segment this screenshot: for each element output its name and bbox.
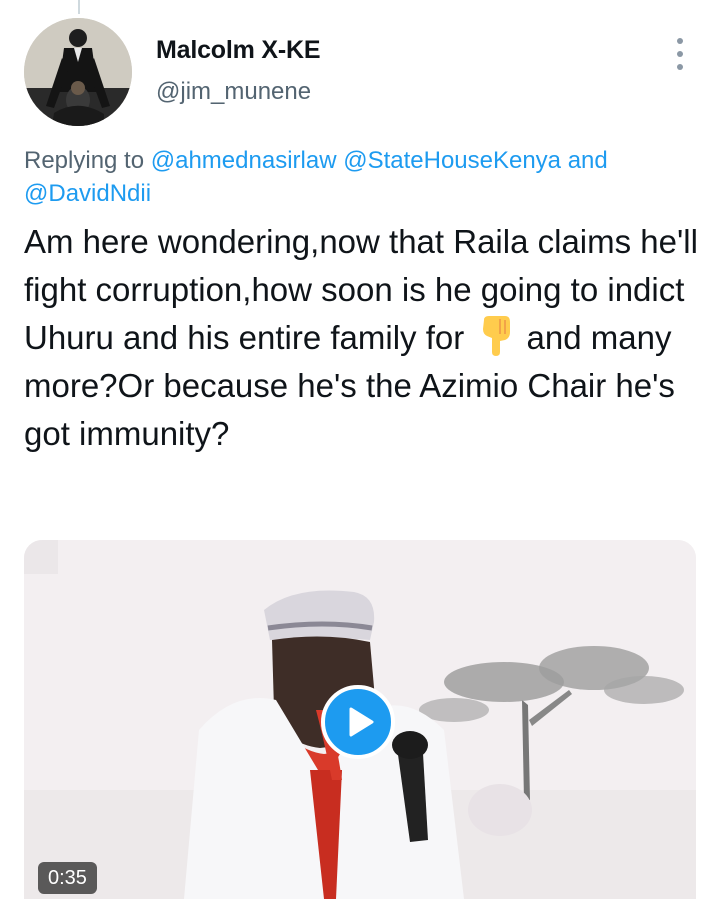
author-handle[interactable]: @jim_munene: [156, 78, 311, 106]
more-options-icon[interactable]: [660, 34, 700, 74]
play-icon: [349, 707, 374, 737]
mention-conjunction[interactable]: and: [568, 147, 608, 174]
play-button[interactable]: [321, 685, 395, 759]
mention-link[interactable]: @DavidNdii: [24, 180, 151, 207]
tweet-text: Am here wondering,now that Raila claims …: [24, 218, 704, 458]
mention-link[interactable]: @ahmednasirlaw: [151, 147, 337, 174]
profile-photo: [24, 18, 132, 126]
replying-prefix: Replying to: [24, 147, 145, 174]
thread-connector-line: [78, 0, 80, 14]
author-display-name[interactable]: Malcolm X-KE: [156, 36, 321, 65]
video-duration-badge: 0:35: [38, 862, 97, 894]
avatar[interactable]: [24, 18, 132, 126]
replying-to-line: Replying to @ahmednasirlaw @StateHouseKe…: [24, 144, 684, 210]
mention-link[interactable]: @StateHouseKenya: [343, 147, 561, 174]
backhand-index-pointing-down-icon: [483, 316, 511, 356]
